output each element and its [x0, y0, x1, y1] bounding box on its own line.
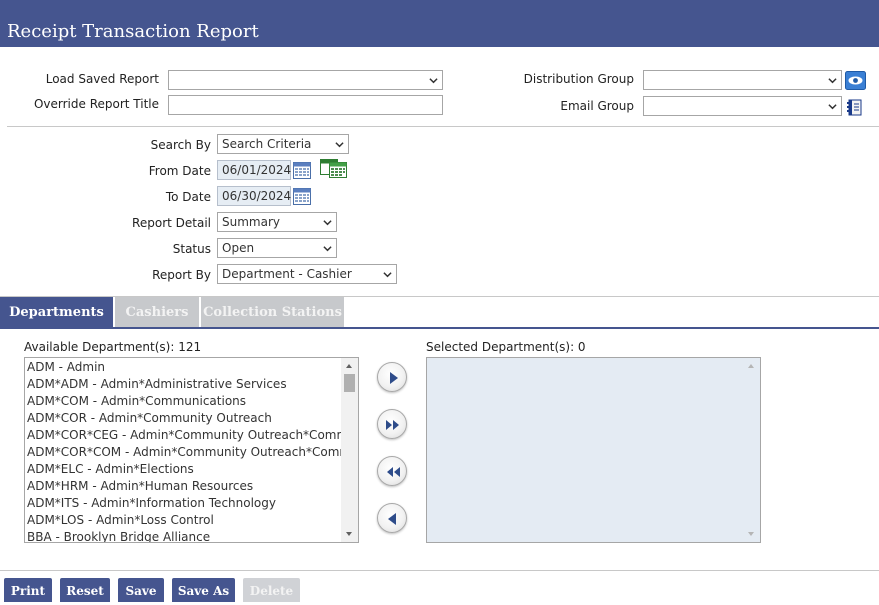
list-item[interactable]: ADM*ADM - Admin*Administrative Services	[27, 376, 287, 393]
page-title: Receipt Transaction Report	[7, 21, 259, 42]
from-date-label: From Date	[148, 164, 211, 178]
to-date-label: To Date	[165, 190, 211, 204]
list-item[interactable]: ADM*LOS - Admin*Loss Control	[27, 512, 214, 529]
load-saved-report-label: Load Saved Report	[45, 72, 159, 86]
list-item[interactable]: ADM*COM - Admin*Communications	[27, 393, 246, 410]
list-scrollbar[interactable]	[743, 358, 760, 542]
remove-all-button[interactable]	[377, 456, 407, 486]
report-by-select[interactable]: Department - Cashier	[217, 264, 397, 284]
print-button[interactable]: Print	[4, 578, 52, 602]
list-item[interactable]: ADM - Admin	[27, 359, 105, 376]
selected-departments-label: Selected Department(s): 0	[426, 340, 586, 354]
list-scrollbar[interactable]	[341, 358, 358, 542]
report-detail-select[interactable]: Summary	[217, 212, 337, 232]
scroll-down-icon[interactable]	[748, 532, 754, 536]
divider	[7, 126, 879, 127]
list-item[interactable]: BBA - Brooklyn Bridge Alliance	[27, 529, 210, 542]
scroll-up-icon[interactable]	[346, 364, 352, 368]
distribution-group-select[interactable]	[643, 70, 842, 90]
reset-button[interactable]: Reset	[60, 578, 110, 602]
add-all-button[interactable]	[377, 409, 407, 439]
tab-collection-stations[interactable]: Collection Stations	[201, 297, 344, 328]
chevron-down-icon	[429, 78, 438, 84]
remove-selected-button[interactable]	[377, 503, 407, 533]
list-item[interactable]: ADM*COR*CEG - Admin*Community Outreach*C…	[27, 427, 358, 444]
tab-cashiers[interactable]: Cashiers	[115, 297, 199, 328]
play-right-icon	[390, 372, 398, 384]
chevron-down-icon	[828, 78, 837, 84]
calendar-icon[interactable]	[293, 188, 311, 205]
chevron-down-icon	[335, 142, 344, 148]
chevron-down-icon	[323, 246, 332, 252]
override-report-title-label: Override Report Title	[33, 97, 159, 111]
scroll-up-icon[interactable]	[748, 364, 754, 368]
tab-departments[interactable]: Departments	[0, 297, 113, 328]
divider	[0, 570, 879, 571]
available-departments-label: Available Department(s): 121	[24, 340, 202, 354]
date-range-calendar-icon[interactable]	[320, 159, 347, 178]
list-item[interactable]: ADM*COR - Admin*Community Outreach	[27, 410, 272, 427]
chevron-down-icon	[383, 272, 392, 278]
load-saved-report-select[interactable]	[168, 70, 443, 90]
selected-departments-list[interactable]	[426, 357, 761, 543]
play-left-icon	[388, 513, 396, 525]
tab-bar-underline	[0, 327, 879, 329]
list-item[interactable]: ADM*COR*COM - Admin*Community Outreach*C…	[27, 444, 358, 461]
page-header: Receipt Transaction Report	[0, 0, 879, 47]
double-left-icon	[387, 467, 400, 477]
delete-button[interactable]: Delete	[243, 578, 300, 602]
chevron-down-icon	[323, 220, 332, 226]
email-group-label: Email Group	[560, 99, 634, 113]
scroll-down-icon[interactable]	[346, 532, 352, 536]
distribution-group-label: Distribution Group	[523, 72, 634, 86]
add-selected-button[interactable]	[377, 362, 407, 392]
override-report-title-input[interactable]	[168, 95, 443, 115]
chevron-down-icon	[828, 104, 837, 110]
save-button[interactable]: Save	[118, 578, 164, 602]
save-as-button[interactable]: Save As	[172, 578, 235, 602]
available-departments-list[interactable]: ADM - Admin ADM*ADM - Admin*Administrati…	[24, 357, 359, 543]
to-date-input[interactable]: 06/30/2024	[217, 186, 291, 206]
list-item[interactable]: ADM*ITS - Admin*Information Technology	[27, 495, 276, 512]
double-right-icon	[386, 420, 399, 430]
list-item[interactable]: ADM*ELC - Admin*Elections	[27, 461, 194, 478]
status-select[interactable]: Open	[217, 238, 337, 258]
report-detail-label: Report Detail	[132, 216, 211, 230]
search-by-label: Search By	[150, 138, 211, 152]
search-by-select[interactable]: Search Criteria	[217, 134, 349, 154]
email-group-select[interactable]	[643, 96, 842, 116]
calendar-icon[interactable]	[293, 162, 311, 179]
from-date-input[interactable]: 06/01/2024	[217, 160, 291, 180]
report-by-label: Report By	[152, 268, 211, 282]
address-book-icon[interactable]	[846, 99, 863, 116]
view-eye-icon[interactable]	[845, 71, 866, 90]
list-item[interactable]: ADM*HRM - Admin*Human Resources	[27, 478, 253, 495]
status-label: Status	[172, 242, 211, 256]
scroll-thumb[interactable]	[344, 374, 355, 392]
